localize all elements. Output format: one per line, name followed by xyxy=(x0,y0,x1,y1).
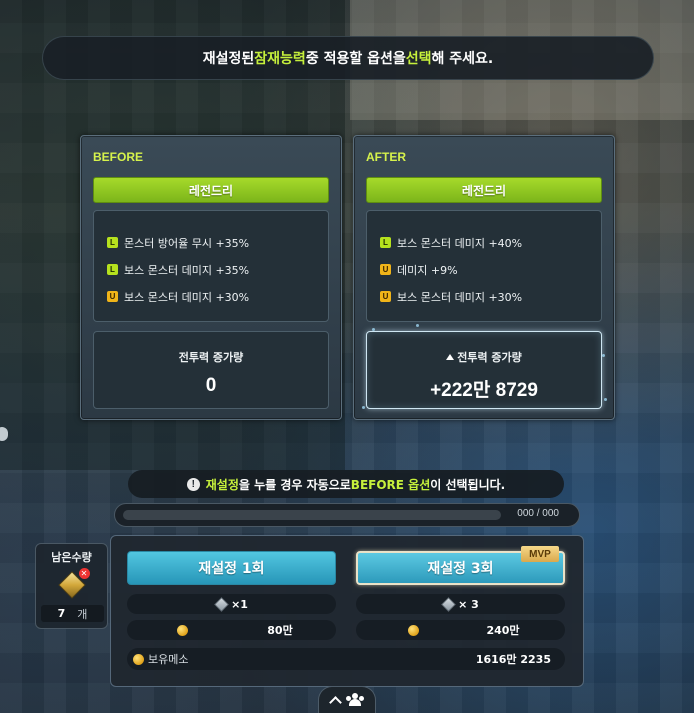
cube-cost-once: ×1 xyxy=(127,594,336,614)
unique-badge-icon: U xyxy=(107,291,118,302)
notice-highlight-reset: 재설정 xyxy=(205,477,239,492)
reset-once-label: 재설정 1회 xyxy=(198,561,265,577)
banner-highlight-select: 선택 xyxy=(405,51,432,67)
banner-text-2: 중 적용할 옵션을 xyxy=(305,51,406,67)
option-line: L 보스 몬스터 데미지 +40% xyxy=(380,229,601,256)
before-panel[interactable]: BEFORE 레전드리 L 몬스터 방어율 무시 +35% L 보스 몬스터 데… xyxy=(80,135,342,420)
remaining-label: 남은수량 xyxy=(51,551,92,564)
option-line: L 보스 몬스터 데미지 +35% xyxy=(107,256,328,283)
mvp-badge: MVP xyxy=(521,546,559,562)
sparkle-icon xyxy=(362,406,365,409)
legendary-badge-icon: L xyxy=(107,237,118,248)
meso-cost-once-value: 80만 xyxy=(267,624,293,637)
cube-cost-three-value: × 3 xyxy=(458,597,479,611)
up-arrow-icon xyxy=(446,354,455,360)
before-title: BEFORE xyxy=(93,150,144,164)
progress-bar: 000 / 000 xyxy=(114,503,580,527)
notice-highlight-before: BEFORE 옵션 xyxy=(350,477,431,492)
option-text: 보스 몬스터 데미지 +40% xyxy=(397,236,523,250)
legendary-badge-icon: L xyxy=(107,264,118,275)
option-line: U 보스 몬스터 데미지 +30% xyxy=(107,283,328,310)
legendary-badge-icon: L xyxy=(380,237,391,248)
before-grade-bar: 레전드리 xyxy=(93,177,329,203)
remaining-count: 7 개 xyxy=(41,605,104,622)
before-power-value: 0 xyxy=(205,375,217,396)
remaining-count-unit: 개 xyxy=(77,607,88,621)
meso-coin-icon xyxy=(177,624,188,636)
meso-coin-icon xyxy=(408,624,419,636)
meso-cost-three: 240만 xyxy=(356,620,565,640)
banner-text-1: 재설정된 xyxy=(202,51,255,67)
owned-meso-value: 1616만 2235 xyxy=(475,653,551,666)
reset-action-panel: 재설정 1회 재설정 3회 MVP ×1 × 3 80만 240만 보유메소 1… xyxy=(110,535,584,687)
reset-notice: ! 재설정 을 누를 경우 자동으로 BEFORE 옵션 이 선택됩니다. xyxy=(128,470,564,498)
after-power-label-row: 전투력 증가량 xyxy=(367,349,601,365)
unique-badge-icon: U xyxy=(380,291,391,302)
meso-cost-three-value: 240만 xyxy=(486,624,520,637)
banner-highlight-potential: 잠재능력 xyxy=(254,51,306,67)
notice-text-1: 을 누를 경우 자동으로 xyxy=(238,477,351,492)
bottom-menu-tab[interactable] xyxy=(318,686,376,713)
option-line: U 데미지 +9% xyxy=(380,256,601,283)
sparkle-icon xyxy=(602,354,605,357)
remaining-count-value: 7 xyxy=(57,607,66,620)
progress-text: 000 / 000 xyxy=(517,508,559,519)
progress-track xyxy=(123,510,501,520)
option-text: 보스 몬스터 데미지 +35% xyxy=(124,263,250,277)
option-text: 보스 몬스터 데미지 +30% xyxy=(124,290,250,304)
after-panel[interactable]: AFTER 레전드리 L 보스 몬스터 데미지 +40% U 데미지 +9% U… xyxy=(353,135,615,420)
cube-icon: ✕ xyxy=(57,568,90,599)
sparkle-icon xyxy=(604,398,607,401)
reset-three-times-button[interactable]: 재설정 3회 MVP xyxy=(356,546,565,585)
people-icon[interactable] xyxy=(345,693,364,707)
after-power-box: 전투력 증가량 +222만 8729 xyxy=(366,331,602,409)
chevron-up-icon[interactable] xyxy=(328,695,342,709)
option-line: U 보스 몬스터 데미지 +30% xyxy=(380,283,601,310)
cube-cost-three: × 3 xyxy=(356,594,565,614)
banner-text-3: 해 주세요. xyxy=(431,51,494,67)
after-power-label: 전투력 증가량 xyxy=(457,351,522,364)
option-text: 몬스터 방어율 무시 +35% xyxy=(124,236,250,250)
unique-badge-icon: U xyxy=(380,264,391,275)
notice-text-2: 이 선택됩니다. xyxy=(430,477,506,492)
remaining-count-box: 남은수량 ✕ 7 개 xyxy=(35,543,108,629)
after-options-list: L 보스 몬스터 데미지 +40% U 데미지 +9% U 보스 몬스터 데미지… xyxy=(366,210,602,322)
option-text: 보스 몬스터 데미지 +30% xyxy=(397,290,523,304)
before-power-box: 전투력 증가량 0 xyxy=(93,331,329,409)
sparkle-icon xyxy=(372,328,375,331)
reset-once-button[interactable]: 재설정 1회 xyxy=(127,551,336,585)
sparkle-icon xyxy=(416,324,419,327)
owned-meso-row: 보유메소 1616만 2235 xyxy=(127,648,565,670)
owned-meso-label: 보유메소 xyxy=(148,653,189,666)
after-grade-bar: 레전드리 xyxy=(366,177,602,203)
option-line: L 몬스터 방어율 무시 +35% xyxy=(107,229,328,256)
no-trade-icon: ✕ xyxy=(78,568,90,579)
cube-icon xyxy=(214,596,229,612)
cube-cost-once-value: ×1 xyxy=(231,597,248,611)
after-title: AFTER xyxy=(366,150,406,164)
meso-cost-once: 80만 xyxy=(127,620,336,640)
cube-icon xyxy=(441,596,456,612)
warning-icon: ! xyxy=(186,477,200,491)
before-options-list: L 몬스터 방어율 무시 +35% L 보스 몬스터 데미지 +35% U 보스… xyxy=(93,210,329,322)
reset-three-label: 재설정 3회 xyxy=(427,561,494,577)
before-power-label: 전투력 증가량 xyxy=(178,351,244,364)
instruction-banner: 재설정된 잠재능력 중 적용할 옵션을 선택 해 주세요. xyxy=(42,36,654,80)
after-power-value: +222만 8729 xyxy=(430,380,538,401)
option-text: 데미지 +9% xyxy=(397,263,458,277)
meso-coin-icon xyxy=(133,653,144,665)
